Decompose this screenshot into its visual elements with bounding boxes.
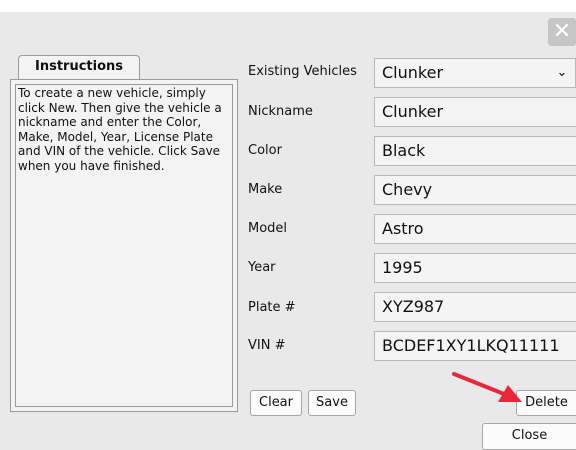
plate-field[interactable]: XYZ987: [374, 292, 576, 322]
model-field[interactable]: Astro: [374, 214, 576, 244]
save-button[interactable]: Save: [308, 390, 356, 416]
existing-vehicles-select[interactable]: Clunker ⌄: [374, 58, 576, 88]
chevron-down-icon: ⌄: [556, 65, 568, 80]
nickname-field[interactable]: Clunker: [374, 97, 576, 127]
existing-vehicles-value: Clunker: [382, 63, 444, 82]
close-button[interactable]: Close: [482, 423, 576, 450]
color-label: Color: [248, 143, 282, 158]
nickname-label: Nickname: [248, 104, 313, 119]
close-icon[interactable]: ✕: [548, 18, 576, 46]
annotation-arrow: [452, 372, 522, 402]
existing-vehicles-label: Existing Vehicles: [248, 64, 357, 79]
instructions-text: To create a new vehicle, simply click Ne…: [15, 84, 233, 407]
plate-label: Plate #: [248, 300, 296, 315]
instructions-panel: To create a new vehicle, simply click Ne…: [10, 79, 238, 412]
model-label: Model: [248, 221, 288, 236]
year-label: Year: [248, 260, 276, 275]
make-field[interactable]: Chevy: [374, 175, 576, 205]
arrow-shaft: [452, 372, 506, 396]
year-field[interactable]: 1995: [374, 253, 576, 283]
clear-button[interactable]: Clear: [250, 390, 302, 416]
color-field[interactable]: Black: [374, 136, 576, 166]
make-label: Make: [248, 182, 283, 197]
vin-label: VIN #: [248, 338, 286, 353]
instructions-tab[interactable]: Instructions: [18, 55, 140, 80]
vin-field[interactable]: BCDEF1XY1LKQ11111: [374, 331, 576, 361]
